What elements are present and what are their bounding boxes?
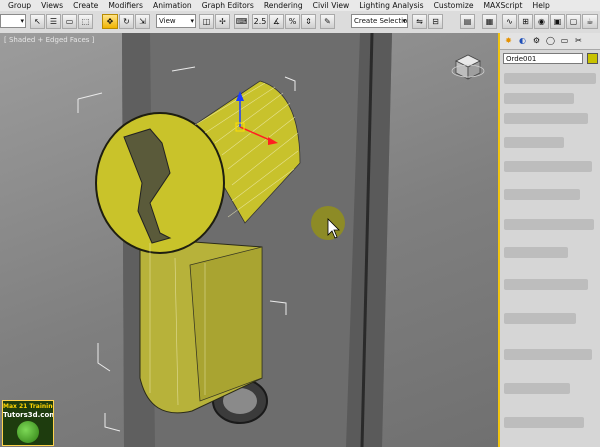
- graphite-ribbon-icon[interactable]: ▦: [482, 14, 497, 29]
- panel-rollout[interactable]: [504, 113, 588, 124]
- select-and-rotate-icon[interactable]: ↻: [119, 14, 134, 29]
- align-icon[interactable]: ⊟: [428, 14, 443, 29]
- viewport-scene: [77, 33, 485, 447]
- keyboard-shortcut-icon[interactable]: ⌨: [234, 14, 249, 29]
- command-panel-tabs: ✸ ◐ ⚙ ◯ ▭ ✂: [500, 33, 600, 50]
- layer-manager-icon[interactable]: ▤: [460, 14, 475, 29]
- select-and-move-icon[interactable]: ✥: [102, 14, 118, 29]
- render-setup-icon[interactable]: ▣: [550, 14, 565, 29]
- tutors3d-logo: Max 21 Training Tutors3d.com: [2, 400, 54, 446]
- angle-snap-icon[interactable]: ∡: [269, 14, 284, 29]
- spinner-snap-icon[interactable]: ⇕: [301, 14, 316, 29]
- panel-rollout[interactable]: [504, 313, 576, 324]
- menu-animation[interactable]: Animation: [153, 1, 192, 10]
- menu-help[interactable]: Help: [532, 1, 549, 10]
- hierarchy-tab-icon[interactable]: ⚙: [531, 35, 542, 46]
- schematic-view-icon[interactable]: ⊞: [518, 14, 533, 29]
- named-selection-set-dropdown[interactable]: Create Selection Se: [351, 14, 408, 28]
- perspective-viewport[interactable]: [ Shaded + Edged Faces ]: [0, 33, 500, 447]
- modify-tab-icon[interactable]: ◐: [517, 35, 528, 46]
- select-manipulate-icon[interactable]: ✢: [215, 14, 230, 29]
- rendered-frame-icon[interactable]: ▢: [566, 14, 581, 29]
- menu-modifiers[interactable]: Modifiers: [108, 1, 143, 10]
- object-color-swatch[interactable]: [587, 53, 598, 64]
- percent-snap-icon[interactable]: %: [285, 14, 300, 29]
- create-tab-icon[interactable]: ✸: [503, 35, 514, 46]
- panel-rollout[interactable]: [504, 219, 594, 230]
- edit-named-selection-icon[interactable]: ✎: [320, 14, 335, 29]
- menu-rendering[interactable]: Rendering: [264, 1, 303, 10]
- menu-create[interactable]: Create: [73, 1, 98, 10]
- region-select-icon[interactable]: ▭: [62, 14, 77, 29]
- menu-views[interactable]: Views: [41, 1, 63, 10]
- panel-rollout[interactable]: [504, 93, 574, 104]
- menu-customize[interactable]: Customize: [434, 1, 474, 10]
- logo-line-1: Max 21 Training: [3, 403, 54, 410]
- logo-line-2: Tutors3d.com: [3, 411, 54, 419]
- panel-rollout[interactable]: [504, 349, 592, 360]
- panel-rollout[interactable]: [504, 383, 570, 394]
- viewport-label[interactable]: [ Shaded + Edged Faces ]: [4, 36, 94, 44]
- menu-maxscript[interactable]: MAXScript: [484, 1, 523, 10]
- globe-icon: [17, 421, 39, 443]
- selection-filter-dropdown[interactable]: [0, 14, 26, 28]
- motion-tab-icon[interactable]: ◯: [545, 35, 556, 46]
- panel-rollout[interactable]: [504, 279, 588, 290]
- panel-rollout[interactable]: [504, 73, 596, 84]
- panel-rollout[interactable]: [504, 417, 584, 428]
- render-production-icon[interactable]: ☕: [582, 14, 598, 29]
- utilities-tab-icon[interactable]: ✂: [573, 35, 584, 46]
- display-tab-icon[interactable]: ▭: [559, 35, 570, 46]
- command-panel: ✸ ◐ ⚙ ◯ ▭ ✂ Orde001: [500, 33, 600, 447]
- panel-rollout[interactable]: [504, 161, 592, 172]
- main-toolbar: ↖ ☰ ▭ ⬚ ✥ ↻ ⇲ View ◫ ✢ ⌨ 2.5 ∡ % ⇕ ✎ Cre…: [0, 11, 600, 34]
- select-object-icon[interactable]: ↖: [30, 14, 45, 29]
- menu-group[interactable]: Group: [8, 1, 31, 10]
- viewcube-icon[interactable]: [451, 54, 485, 80]
- menu-lighting-analysis[interactable]: Lighting Analysis: [359, 1, 423, 10]
- menu-graph-editors[interactable]: Graph Editors: [202, 1, 254, 10]
- select-by-name-icon[interactable]: ☰: [46, 14, 61, 29]
- curve-editor-icon[interactable]: ∿: [502, 14, 517, 29]
- window-crossing-icon[interactable]: ⬚: [78, 14, 93, 29]
- reference-coordinate-dropdown[interactable]: View: [156, 14, 196, 28]
- select-and-scale-icon[interactable]: ⇲: [135, 14, 150, 29]
- pivot-center-icon[interactable]: ◫: [199, 14, 214, 29]
- snaps-toggle-icon[interactable]: 2.5: [252, 14, 268, 29]
- panel-rollout[interactable]: [504, 137, 564, 148]
- panel-rollout[interactable]: [504, 247, 568, 258]
- mirror-icon[interactable]: ⇋: [412, 14, 427, 29]
- object-name-field[interactable]: Orde001: [503, 53, 583, 64]
- material-editor-icon[interactable]: ◉: [534, 14, 549, 29]
- menu-civil-view[interactable]: Civil View: [313, 1, 350, 10]
- panel-rollout[interactable]: [504, 189, 580, 200]
- lock-cylinder-side: [189, 246, 263, 402]
